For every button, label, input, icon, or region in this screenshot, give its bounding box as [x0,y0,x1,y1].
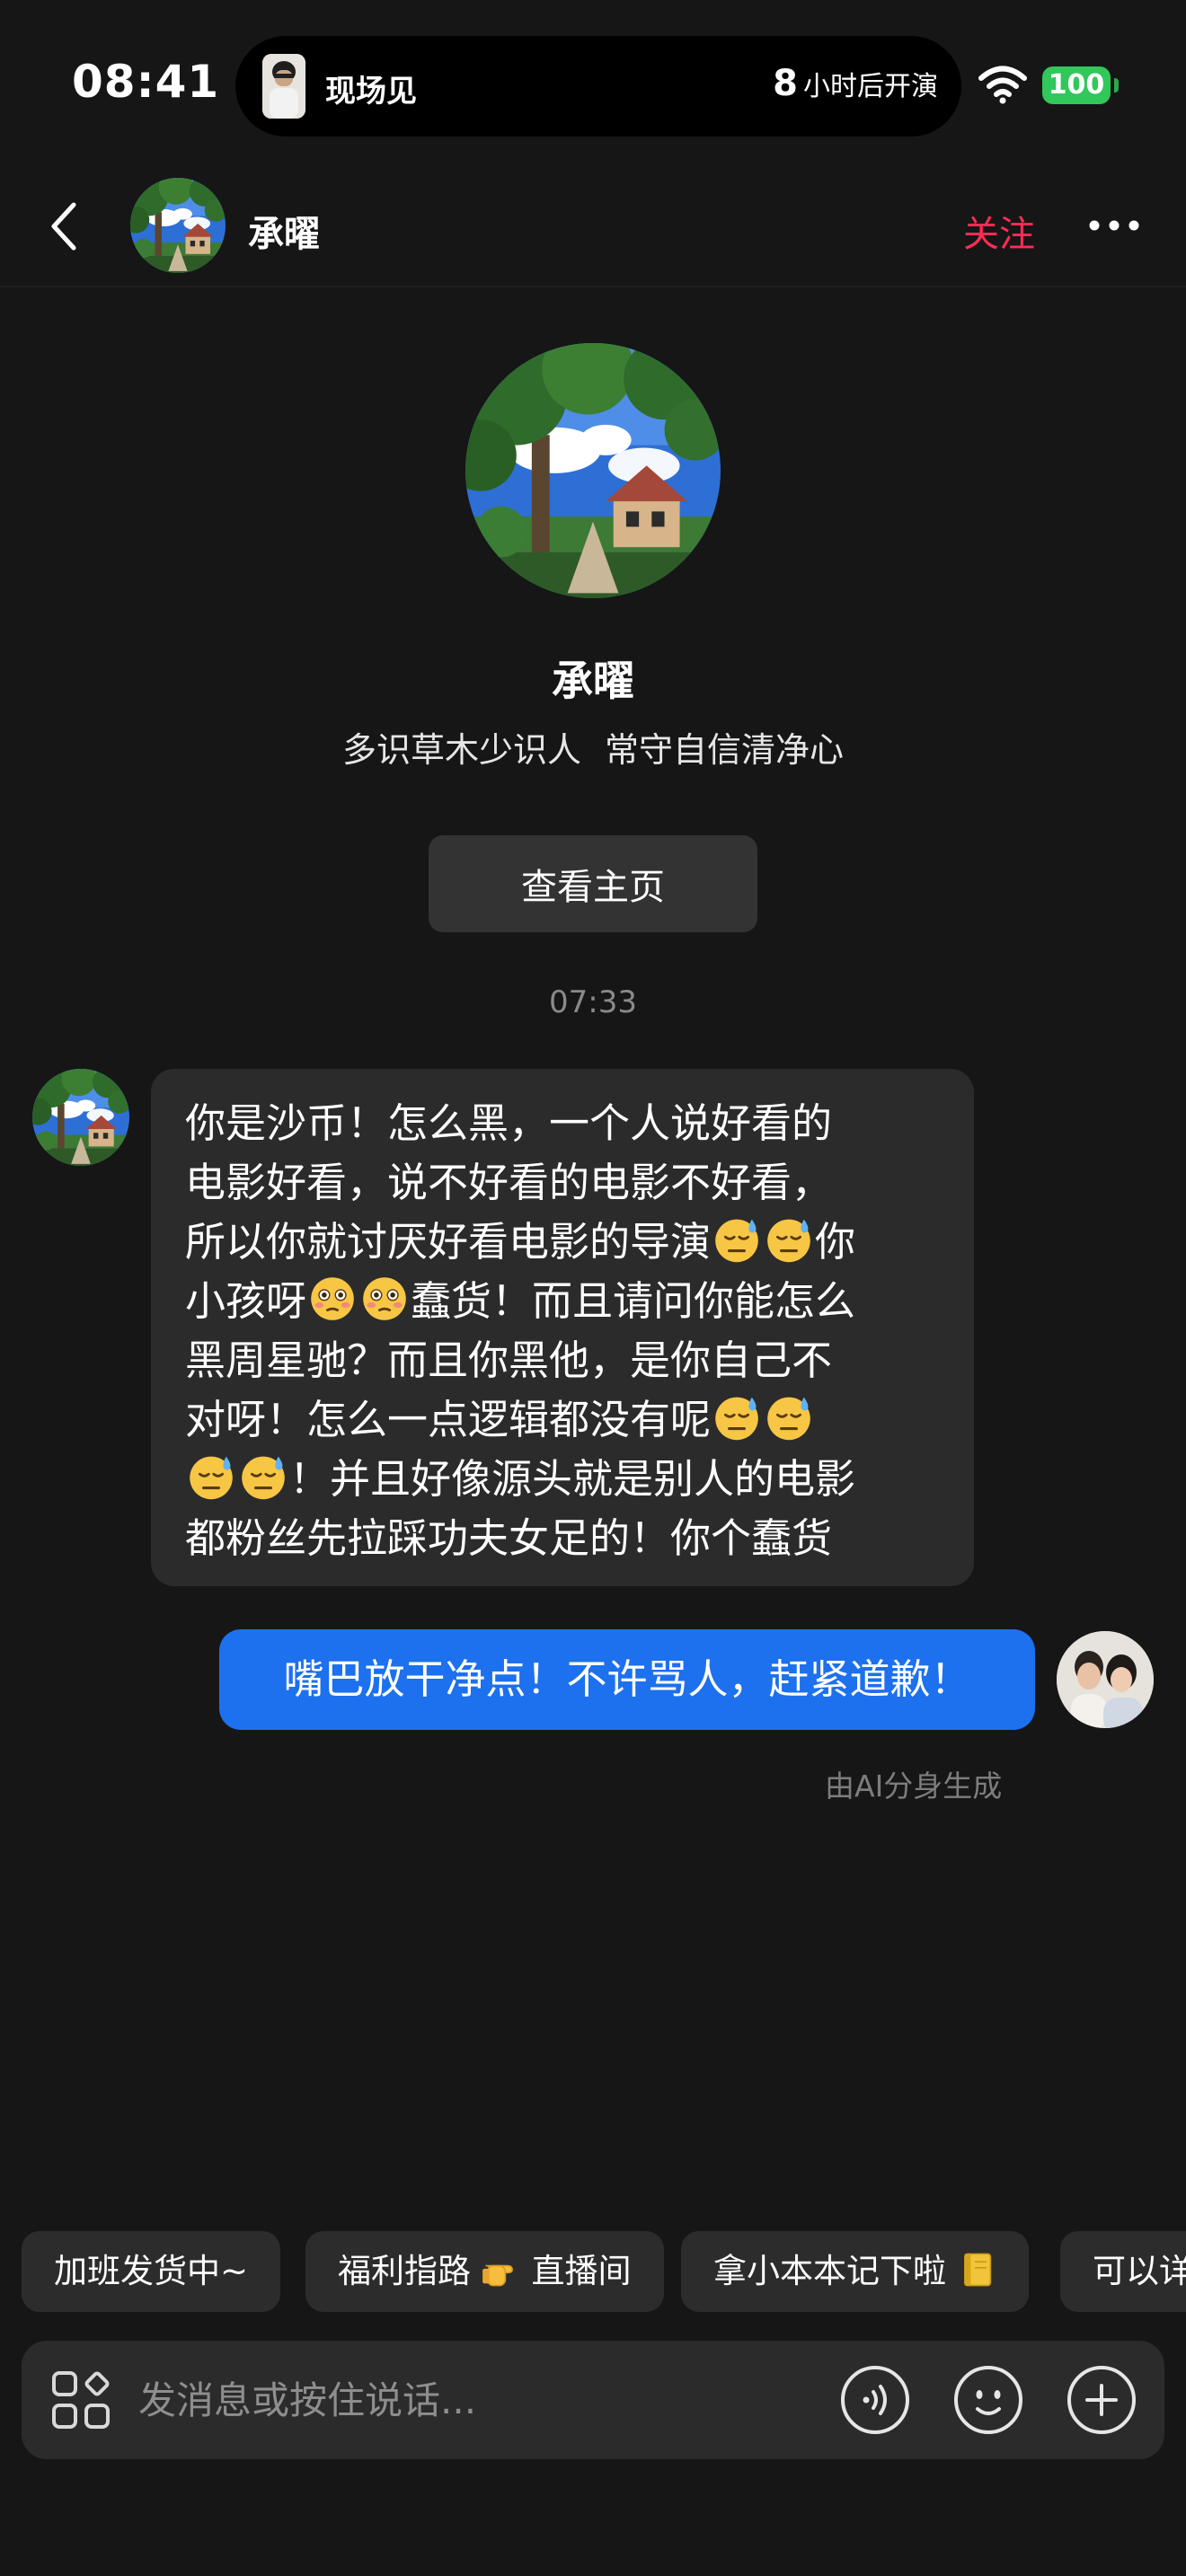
island-count: 8 [773,63,798,104]
message-line: 对呀！怎么一点逻辑都没有呢 [185,1390,942,1450]
message-line: 你是沙币！怎么黑，一个人说好看的 [185,1099,833,1147]
notebook-emoji [963,2253,991,2287]
battery-indicator: 100 [1042,66,1111,104]
quick-reply-chip[interactable]: 福利指路 直播间 [305,2231,664,2312]
message-line: 所以你就讨厌好看电影的导演 你 [185,1213,942,1272]
quick-reply-label: 可以详 [1093,2252,1186,2290]
quick-reply-label: 加班发货中~ [54,2252,249,2290]
message-timestamp: 07:33 [549,984,637,1020]
quick-reply-label: 直播间 [531,2252,632,2290]
message-text: 你 [815,1218,856,1266]
sweat-emoji [712,1392,762,1442]
message-text: 小孩呀 [185,1277,307,1325]
message-text: 对呀！怎么一点逻辑都没有呢 [185,1396,712,1443]
view-homepage-button[interactable]: 查看主页 [429,835,757,932]
status-time: 08:41 [72,56,220,108]
island-countdown: 8 小时后开演 [773,63,938,104]
plus-icon[interactable] [1066,2364,1137,2436]
sweat-emoji [764,1392,814,1442]
message-text: 蠢货！而且请问你能怎么 [411,1277,856,1325]
sweat-emoji [764,1214,814,1265]
more-icon[interactable] [1087,212,1141,239]
message-text: ！并且好像源头就是别人的电影 [289,1455,856,1503]
my-avatar[interactable] [1057,1631,1154,1728]
message-line: 黑周星驰？而且你黑他，是你自己不 [185,1337,833,1384]
message-text: 所以你就讨厌好看电影的导演 [185,1218,712,1266]
voice-icon[interactable] [839,2364,911,2436]
apps-icon[interactable] [49,2368,113,2432]
message-input-bar [22,2341,1164,2459]
sweat-emoji [238,1451,288,1502]
outgoing-message-bubble[interactable]: 嘴巴放干净点！不许骂人，赶紧道歉！ [219,1629,1035,1730]
message-line: ！并且好像源头就是别人的电影 [185,1450,942,1509]
profile-name: 承曜 [552,657,634,705]
emoji-icon[interactable] [952,2364,1024,2436]
quick-reply-chip[interactable]: 可以详 [1060,2231,1186,2312]
chat-screen: 08:41 现场见 8 小时后开演 100 承曜 关注 承曜 多识草木少识人 常… [0,0,1186,2576]
quick-reply-label: 福利指路 [338,2252,471,2290]
profile-avatar[interactable] [465,343,721,598]
message-input[interactable] [138,2364,830,2436]
flushed-emoji [307,1274,358,1324]
nav-avatar[interactable] [130,178,226,273]
dynamic-island[interactable]: 现场见 8 小时后开演 [235,36,961,137]
battery-tip [1114,78,1119,93]
quick-reply-chip[interactable]: 拿小本本记下啦 [681,2231,1029,2312]
follow-button[interactable]: 关注 [963,205,1035,257]
island-suffix: 小时后开演 [803,71,938,102]
wifi-icon [978,66,1027,104]
island-thumbnail [262,54,305,119]
quick-reply-label: 拿小本本记下啦 [713,2252,946,2290]
flushed-emoji [359,1274,410,1324]
message-line: 小孩呀 蠢货！而且请问你能怎么 [185,1272,942,1331]
sender-avatar[interactable] [32,1069,129,1166]
message-line: 电影好看，说不好看的电影不好看， [185,1159,833,1206]
sweat-emoji [186,1451,236,1502]
back-arrow-icon[interactable] [47,199,83,253]
message-line: 都粉丝先拉踩功夫女足的！你个蠢货 [185,1514,833,1562]
sweat-emoji [712,1214,762,1265]
nav-divider [0,286,1186,287]
island-title: 现场见 [325,74,417,110]
nav-contact-name[interactable]: 承曜 [248,205,320,257]
incoming-message-bubble[interactable]: 你是沙币！怎么黑，一个人说好看的 电影好看，说不好看的电影不好看， 所以你就讨厌… [151,1069,974,1586]
quick-reply-chip[interactable]: 加班发货中~ [22,2231,281,2312]
ai-generated-note: 由AI分身生成 [825,1769,1003,1804]
profile-bio: 多识草木少识人 常守自信清净心 [341,730,845,770]
pointing-hand-emoji [482,2264,513,2287]
